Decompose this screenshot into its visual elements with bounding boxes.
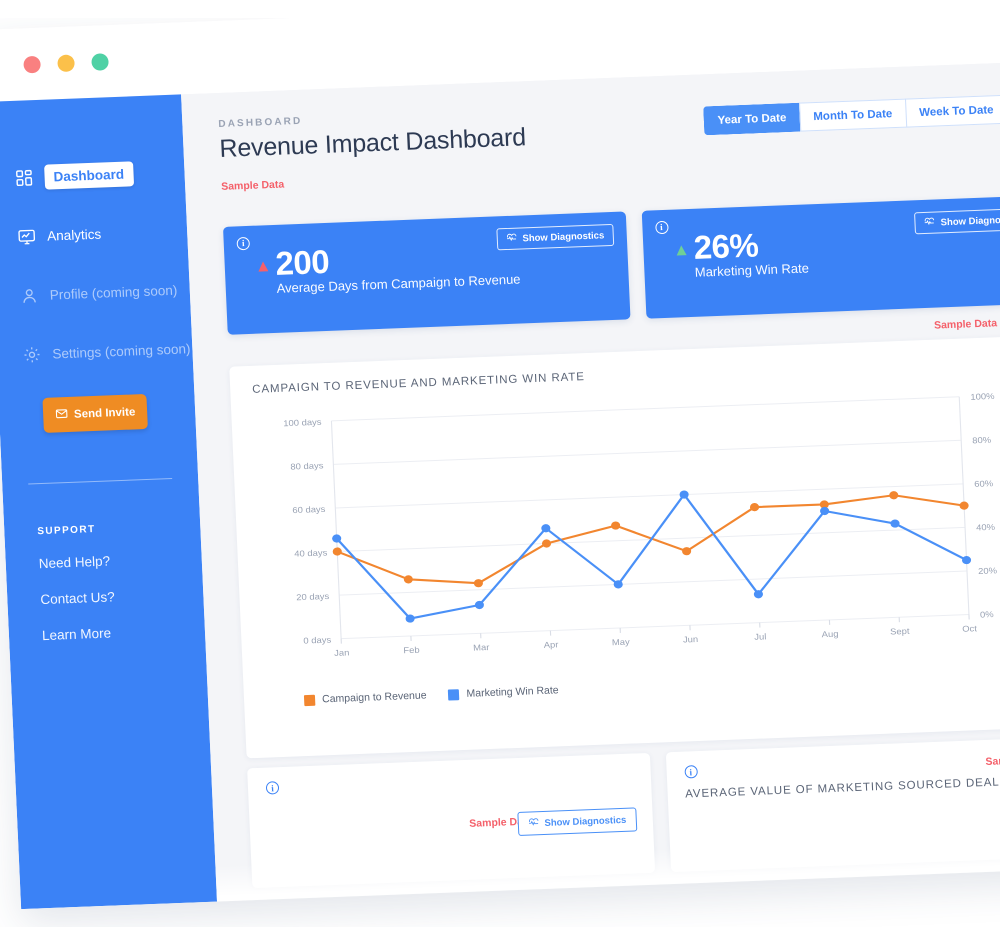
svg-text:0%: 0% [980,610,994,620]
kpi-label: Marketing Win Rate [694,260,810,280]
svg-text:80%: 80% [972,435,991,445]
kpi-card-days-to-revenue: i Show Diagnostics ▲ 200 Average Days fr… [222,211,631,335]
screenshot-stage: Dashboard Analytics Profile (coming soon… [0,0,1000,939]
svg-text:20 days: 20 days [296,591,330,602]
bottom-card-avg-deal-value: i AVERAGE VALUE OF MARKETING SOURCED DEA… [665,736,1000,873]
support-link-contact-us[interactable]: Contact Us? [40,586,204,607]
show-diagnostics-button[interactable]: Show Diagnostics [516,807,637,837]
svg-text:0 days: 0 days [303,635,332,646]
bottom-card-lead-velocity: i Sample Data Show Diagnostics [247,752,655,889]
chart-card: CAMPAIGN TO REVENUE AND MARKETING WIN RA… [229,335,1000,759]
sample-data-badge: Sample Data [985,754,1000,768]
sidebar-item-label: Dashboard [44,160,134,190]
trend-up-arrow-icon: ▲ [672,239,691,260]
bottom-card-title: AVERAGE VALUE OF MARKETING SOURCED DEALS [684,776,1000,801]
info-icon[interactable]: i [265,781,280,795]
kpi-card-marketing-win-rate: i Show Diagnostics ▲ 26% Marketing Win R… [641,195,1000,319]
sidebar-item-label: Settings (coming soon) [52,340,191,362]
svg-text:Sept: Sept [890,626,910,636]
main-content: DASHBOARD Revenue Impact Dashboard Sampl… [181,60,1000,902]
svg-text:40%: 40% [976,522,995,532]
gear-icon [22,344,42,364]
user-icon [19,286,39,306]
svg-text:Mar: Mar [473,642,490,652]
date-range-tabs: Year To Date Month To Date Week To Date [702,93,1000,136]
svg-text:60%: 60% [974,479,993,489]
sidebar-item-label: Profile (coming soon) [49,282,178,303]
show-diagnostics-button[interactable]: Show Diagnostics [914,207,1000,235]
heart-pulse-icon [527,816,540,831]
sidebar: Dashboard Analytics Profile (coming soon… [0,94,218,910]
grid-icon [14,168,34,188]
show-diagnostics-button[interactable]: Show Diagnostics [496,223,614,251]
kpi-value: 26% [692,226,760,266]
bottom-card-title [267,791,633,805]
svg-text:Apr: Apr [543,640,558,650]
page-header: DASHBOARD Revenue Impact Dashboard Sampl… [218,87,1000,193]
svg-text:May: May [612,637,631,647]
svg-text:40 days: 40 days [294,548,328,559]
svg-text:Oct: Oct [962,624,978,634]
close-dot[interactable] [23,55,41,74]
info-icon[interactable]: i [654,220,669,235]
app-shell: Dashboard Analytics Profile (coming soon… [0,60,1000,910]
line-chart: 0 days 0% 20 days 20% 40 days 40% 60 days 60% 80… [283,391,997,658]
tab-week-to-date[interactable]: Week To Date [904,94,1000,128]
svg-text:20%: 20% [978,566,997,576]
show-diagnostics-label: Show Diagnostics [522,229,605,244]
tab-month-to-date[interactable]: Month To Date [798,98,906,132]
bottom-card-row: i Sample Data Show Diagnostics i AVERAGE… [247,736,1000,889]
support-heading: SUPPORT [37,524,96,538]
svg-text:100 days: 100 days [283,417,322,428]
page-heading-group: DASHBOARD Revenue Impact Dashboard Sampl… [218,107,528,193]
kpi-card-row: i Show Diagnostics ▲ 200 Average Days fr… [222,195,1000,335]
send-invite-button[interactable]: Send Invite [42,393,148,433]
chart-plot-area: 0 days 0% 20 days 20% 40 days 40% 60 days 60% 80… [253,380,1000,692]
show-diagnostics-label: Show Diagnostics [544,814,627,829]
show-diagnostics-label: Show Diagnostics [940,213,1000,228]
sample-data-badge: Sample Data [220,178,285,193]
svg-text:Jun: Jun [683,634,699,644]
window-controls [23,53,109,74]
legend-swatch [448,688,460,701]
heart-pulse-icon [505,231,518,246]
svg-text:Feb: Feb [403,645,420,655]
monitor-chart-icon [17,227,37,247]
legend-item-marketing-win-rate[interactable]: Marketing Win Rate [448,684,559,701]
tab-year-to-date[interactable]: Year To Date [702,102,800,136]
sidebar-item-settings[interactable]: Settings (coming soon) [0,333,193,370]
sidebar-item-label: Analytics [46,226,102,244]
trend-up-arrow-icon: ▲ [254,256,273,276]
svg-text:60 days: 60 days [292,504,326,515]
minimize-dot[interactable] [57,54,75,73]
support-link-learn-more[interactable]: Learn More [42,622,206,643]
heart-pulse-icon [923,215,936,230]
svg-text:100%: 100% [970,391,995,401]
legend-label: Marketing Win Rate [466,684,559,700]
info-icon[interactable]: i [683,765,698,779]
mask-bottom [0,927,1000,939]
svg-text:Jan: Jan [334,648,350,658]
legend-item-campaign-to-revenue[interactable]: Campaign to Revenue [303,689,427,706]
send-invite-label: Send Invite [73,405,136,421]
svg-text:Jul: Jul [754,632,766,642]
support-section: SUPPORT Need Help? Contact Us? Learn Mor… [2,478,205,644]
sidebar-item-profile[interactable]: Profile (coming soon) [0,274,190,311]
sidebar-item-analytics[interactable]: Analytics [0,215,188,252]
page-title: Revenue Impact Dashboard [218,123,527,163]
sidebar-item-dashboard[interactable]: Dashboard [0,156,185,193]
legend-swatch [303,694,316,706]
envelope-icon [55,406,69,422]
svg-text:80 days: 80 days [290,461,324,472]
svg-text:Aug: Aug [821,629,838,639]
maximize-dot[interactable] [91,53,109,71]
legend-label: Campaign to Revenue [321,689,427,706]
browser-window: Dashboard Analytics Profile (coming soon… [0,0,1000,910]
support-link-need-help[interactable]: Need Help? [38,550,202,571]
